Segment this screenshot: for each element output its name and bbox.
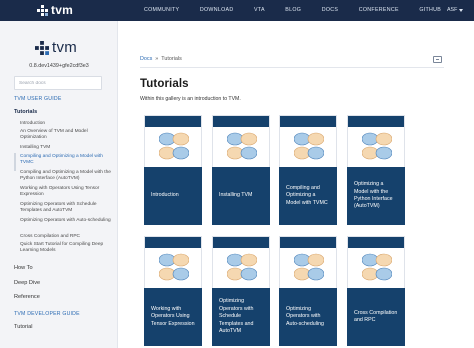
nav-vta[interactable]: VTA bbox=[254, 7, 265, 14]
card-thumbnail bbox=[347, 115, 405, 167]
nav-conference[interactable]: CONFERENCE bbox=[359, 7, 399, 14]
tvm-logo-icon bbox=[37, 4, 48, 16]
card-caption-text: Introduction bbox=[151, 192, 179, 199]
card-caption-text: Compiling and Optimizing a Model with TV… bbox=[286, 184, 328, 206]
gallery-card-tensor-expression[interactable]: Working with Operators Using Tensor Expr… bbox=[144, 236, 202, 346]
card-caption: Installing TVM bbox=[212, 167, 270, 225]
user-guide-caption: TVM USER GUIDE bbox=[14, 96, 62, 102]
sidebar-item-cross-compilation[interactable]: Cross Compilation and RPC bbox=[20, 234, 112, 240]
gallery-card-installing-tvm[interactable]: Installing TVM bbox=[212, 115, 270, 225]
tvm-logo[interactable]: tvm bbox=[37, 4, 73, 16]
tvm-thumbnail-icon bbox=[294, 132, 324, 160]
card-caption: Working with Operators Using Tensor Expr… bbox=[144, 288, 202, 346]
nav-blog[interactable]: BLOG bbox=[285, 7, 301, 14]
gallery-card-cross-compilation[interactable]: Cross Compilation and RPC bbox=[347, 236, 405, 346]
sidebar-item-introduction[interactable]: Introduction bbox=[20, 121, 112, 127]
sidebar: tvm 0.8.dev1439+gfe2cdf3e3 TVM USER GUID… bbox=[0, 21, 118, 348]
card-thumbnail bbox=[279, 236, 337, 288]
page-title: Tutorials bbox=[140, 78, 189, 90]
developer-guide-caption: TVM DEVELOPER GUIDE bbox=[14, 311, 80, 317]
nav-github[interactable]: GITHUB bbox=[419, 7, 441, 14]
card-thumbnail bbox=[347, 236, 405, 288]
breadcrumb: Docs » Tutorials bbox=[140, 56, 182, 63]
nav-docs[interactable]: DOCS bbox=[322, 7, 339, 14]
sidebar-item-deep-dive[interactable]: Deep Dive bbox=[14, 280, 114, 286]
search-docs-input[interactable] bbox=[14, 76, 102, 90]
card-caption-text: Cross Compilation and RPC bbox=[354, 309, 398, 323]
card-thumbnail bbox=[144, 115, 202, 167]
card-caption-text: Optimizing a Model with the Python Inter… bbox=[354, 181, 393, 210]
chevron-down-icon bbox=[459, 9, 464, 12]
card-caption: Optimizing Operators with Schedule Templ… bbox=[212, 288, 270, 346]
sidebar-item-tutorials[interactable]: Tutorials bbox=[14, 109, 114, 115]
card-thumbnail bbox=[279, 115, 337, 167]
tvm-thumbnail-icon bbox=[227, 253, 257, 281]
sidebar-logo[interactable]: tvm bbox=[35, 40, 77, 55]
gallery-card-autotvm-python[interactable]: Optimizing a Model with the Python Inter… bbox=[347, 115, 405, 225]
card-caption-text: Installing TVM bbox=[219, 192, 253, 199]
card-caption: Cross Compilation and RPC bbox=[347, 288, 405, 346]
divider bbox=[140, 67, 444, 68]
sidebar-item-tensor-expression[interactable]: Working with Operators Using Tensor Expr… bbox=[20, 186, 112, 198]
tvm-logo-icon bbox=[35, 40, 49, 55]
card-caption: Optimizing Operators with Auto-schedulin… bbox=[279, 288, 337, 346]
gallery-card-introduction[interactable]: Introduction bbox=[144, 115, 202, 225]
page-intro: Within this gallery is an introduction t… bbox=[140, 96, 241, 102]
breadcrumb-separator: » bbox=[155, 56, 159, 62]
sidebar-item-autotvm-python[interactable]: Compiling and Optimizing a Model with th… bbox=[20, 170, 112, 182]
tvm-thumbnail-icon bbox=[159, 132, 189, 160]
view-source-icon[interactable] bbox=[433, 56, 442, 63]
sidebar-brand-text: tvm bbox=[52, 39, 78, 56]
card-caption-text: Optimizing Operators with Auto-schedulin… bbox=[286, 305, 324, 327]
current-item-indicator bbox=[14, 153, 16, 171]
brand-text: tvm bbox=[51, 3, 73, 17]
sidebar-item-quick-start[interactable]: Quick Start Tutorial for Compiling Deep … bbox=[20, 242, 112, 254]
card-thumbnail bbox=[212, 115, 270, 167]
tvm-thumbnail-icon bbox=[227, 132, 257, 160]
sidebar-item-schedule-templates[interactable]: Optimizing Operators with Schedule Templ… bbox=[20, 202, 112, 214]
gallery-card-auto-scheduling[interactable]: Optimizing Operators with Auto-schedulin… bbox=[279, 236, 337, 346]
card-caption: Compiling and Optimizing a Model with TV… bbox=[279, 167, 337, 225]
card-thumbnail bbox=[212, 236, 270, 288]
nav-download[interactable]: DOWNLOAD bbox=[200, 7, 234, 14]
sidebar-item-tvmc[interactable]: Compiling and Optimizing a Model with TV… bbox=[20, 154, 112, 166]
sidebar-item-overview[interactable]: An Overview of TVM and Model Optimizatio… bbox=[20, 129, 112, 141]
card-caption-text: Optimizing Operators with Schedule Templ… bbox=[219, 298, 254, 335]
tvm-thumbnail-icon bbox=[294, 253, 324, 281]
nav-community[interactable]: COMMUNITY bbox=[144, 7, 179, 14]
gallery-card-tvmc[interactable]: Compiling and Optimizing a Model with TV… bbox=[279, 115, 337, 225]
card-thumbnail bbox=[144, 236, 202, 288]
breadcrumb-current: Tutorials bbox=[161, 56, 182, 62]
sidebar-item-installing[interactable]: Installing TVM bbox=[20, 145, 112, 151]
gallery-card-schedule-templates[interactable]: Optimizing Operators with Schedule Templ… bbox=[212, 236, 270, 346]
tvm-thumbnail-icon bbox=[362, 132, 392, 160]
asf-label: ASF bbox=[447, 7, 458, 13]
card-caption: Optimizing a Model with the Python Inter… bbox=[347, 167, 405, 225]
tvm-thumbnail-icon bbox=[362, 253, 392, 281]
tvm-thumbnail-icon bbox=[159, 253, 189, 281]
sidebar-item-dev-tutorial[interactable]: Tutorial bbox=[14, 324, 114, 330]
sidebar-item-how-to[interactable]: How To bbox=[14, 265, 114, 271]
sidebar-item-reference[interactable]: Reference bbox=[14, 294, 114, 300]
top-navbar: tvm COMMUNITY DOWNLOAD VTA BLOG DOCS CON… bbox=[0, 0, 474, 21]
version-label: 0.8.dev1439+gfe2cdf3e3 bbox=[29, 63, 89, 69]
top-nav-links: COMMUNITY DOWNLOAD VTA BLOG DOCS CONFERE… bbox=[144, 7, 462, 14]
breadcrumb-docs-link[interactable]: Docs bbox=[140, 56, 152, 63]
asf-dropdown[interactable]: ASF bbox=[447, 7, 464, 14]
card-caption-text: Working with Operators Using Tensor Expr… bbox=[151, 305, 195, 327]
sidebar-item-auto-scheduling[interactable]: Optimizing Operators with Auto-schedulin… bbox=[20, 218, 112, 224]
card-caption: Introduction bbox=[144, 167, 202, 225]
